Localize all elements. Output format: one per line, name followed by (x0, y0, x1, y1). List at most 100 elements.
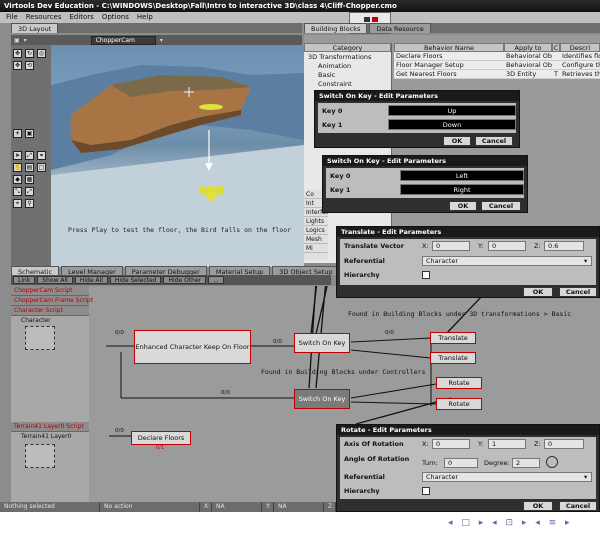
menu-file[interactable]: File (6, 13, 18, 22)
zoom-icon[interactable]: ◎ (37, 49, 46, 58)
y-field[interactable]: 0 (488, 241, 526, 251)
block-declare-floors[interactable]: Declare Floors (131, 431, 191, 445)
tab-schematic[interactable]: Schematic (11, 266, 60, 276)
right-tabs: Building Blocks Data Resource (304, 23, 600, 33)
tab-3d-object-setup[interactable]: 3D Object Setup (272, 266, 340, 276)
z-field[interactable]: 0 (544, 439, 584, 449)
ok-button[interactable]: OK (523, 287, 553, 297)
column-header[interactable]: C (552, 43, 560, 52)
behavior-table: Behavior Name Apply to C Descri Declare … (394, 43, 600, 79)
scale-icon[interactable]: ⤢ (25, 151, 34, 160)
x-field[interactable]: 0 (432, 241, 470, 251)
category-item[interactable]: 3D Transformations (304, 52, 391, 61)
hide-all-button[interactable]: Hide All (74, 276, 108, 284)
camera-select[interactable]: ChopperCam (90, 35, 156, 45)
select-icon[interactable]: ➤ (13, 151, 22, 160)
pan-icon[interactable]: ✥ (13, 61, 22, 70)
show-all-button[interactable]: Show All (37, 276, 73, 284)
angle-dial-icon[interactable] (546, 456, 558, 468)
key1-field[interactable]: Right (400, 184, 524, 195)
tab-material-setup[interactable]: Material Setup (208, 266, 271, 276)
slide-navigation[interactable]: ◂ □ ▸ ◂ ⊡ ▸ ◂ ≡ ▸ (448, 518, 573, 528)
hide-other-button[interactable]: Hide Other (163, 276, 207, 284)
tab-parameter-debugger[interactable]: Parameter Debugger (124, 266, 207, 276)
dialog-switch-on-key-1: Switch On Key - Edit Parameters Key 0 Up… (314, 90, 520, 148)
referential-select[interactable]: Character (422, 472, 592, 482)
grid-tool-icon[interactable]: ▦ (25, 175, 34, 184)
expand-icon[interactable]: ⤡ (13, 187, 22, 196)
dropdown-arrow-icon[interactable]: ▾ (24, 37, 27, 44)
x-field[interactable]: 0 (432, 439, 470, 449)
cancel-button[interactable]: Cancel (559, 287, 597, 297)
camera-tool-icon[interactable]: ▣ (25, 129, 34, 138)
cancel-button[interactable]: Cancel (559, 501, 597, 511)
frame-icon[interactable]: □ (37, 163, 46, 172)
layer-icon[interactable]: ▤ (25, 163, 34, 172)
block-enhanced-keep-on-floor[interactable]: Enhanced Character Keep On Floor (134, 330, 251, 364)
table-row[interactable]: Floor Manager Setup Behavioral Objec Con… (394, 61, 600, 70)
tab-3d-layout[interactable]: 3D Layout (11, 23, 59, 33)
menu-editors[interactable]: Editors (69, 13, 93, 22)
category-item[interactable]: Logics (304, 226, 328, 235)
chevron-down-icon[interactable]: ▾ (584, 257, 587, 265)
cancel-button[interactable]: Cancel (475, 136, 513, 146)
table-row[interactable]: Declare Floors Behavioral Objec Identifi… (394, 52, 600, 61)
orbit-icon[interactable]: ⟲ (25, 61, 34, 70)
tab-data-resource[interactable]: Data Resource (369, 23, 431, 33)
category-item[interactable]: Constraint (304, 79, 391, 88)
block-switch-on-key-1[interactable]: Switch On Key (294, 333, 350, 353)
pin-icon[interactable]: ⚲ (25, 199, 34, 208)
chevron-down-icon[interactable]: ▾ (160, 37, 163, 44)
shrink-icon[interactable]: ⤢ (25, 187, 34, 196)
ok-button[interactable]: OK (449, 201, 477, 211)
block-rotate-2[interactable]: Rotate (436, 398, 482, 410)
block-translate-1[interactable]: Translate (430, 332, 476, 344)
referential-select[interactable]: Character (422, 256, 592, 266)
category-item[interactable]: Mesh (304, 235, 328, 244)
turn-field[interactable]: 0 (444, 458, 478, 468)
key0-field[interactable]: Left (400, 170, 524, 181)
status-x-value: NA (212, 502, 262, 512)
hide-selected-button[interactable]: Hide Selected (109, 276, 162, 284)
hand-icon[interactable]: ✋ (13, 163, 22, 172)
category-item[interactable]: Basic (304, 70, 391, 79)
camera-icon[interactable]: ▣ (14, 37, 20, 44)
z-field[interactable]: 0.6 (544, 241, 584, 251)
chevron-down-icon[interactable]: ▾ (584, 473, 587, 481)
link-button[interactable]: Link (13, 276, 36, 284)
table-row[interactable]: Get Nearest Floors 3D Entity T Retrieves… (394, 70, 600, 79)
hierarchy-checkbox[interactable] (422, 487, 430, 495)
light-icon[interactable]: ☀ (13, 129, 22, 138)
menu-help[interactable]: Help (137, 13, 153, 22)
cancel-button[interactable]: Cancel (481, 201, 521, 211)
block-translate-2[interactable]: Translate (430, 352, 476, 364)
ok-button[interactable]: OK (443, 136, 471, 146)
block-rotate-1[interactable]: Rotate (436, 377, 482, 389)
delay-label: 0/0 (221, 390, 230, 396)
ok-button[interactable]: OK (523, 501, 553, 511)
link-icon[interactable]: ⚭ (37, 151, 46, 160)
move-icon[interactable]: ✥ (13, 49, 22, 58)
key1-field[interactable]: Down (388, 119, 516, 130)
rotate-icon[interactable]: ↻ (25, 49, 34, 58)
block-switch-on-key-2[interactable]: Switch On Key (294, 389, 350, 409)
tab-building-blocks[interactable]: Building Blocks (304, 23, 368, 33)
key0-field[interactable]: Up (388, 105, 516, 116)
virtools-app-window: Virtools Dev Education - C:\WINDOWS\Desk… (0, 0, 600, 512)
degree-field[interactable]: 2 (512, 458, 540, 468)
column-header[interactable]: Apply to (504, 43, 552, 52)
snap-icon[interactable]: ⌖ (13, 199, 22, 208)
category-item[interactable]: Lights (304, 217, 328, 226)
hierarchy-checkbox[interactable] (422, 271, 430, 279)
column-header[interactable]: Descri (560, 43, 600, 52)
object-icon[interactable]: ◆ (13, 175, 22, 184)
menu-options[interactable]: Options (102, 13, 129, 22)
column-header[interactable]: Behavior Name (394, 43, 504, 52)
menu-resources[interactable]: Resources (26, 13, 62, 22)
y-field[interactable]: 1 (488, 439, 526, 449)
dialog-body: Translate Vector X: 0 Y: 0 Z: 0.6 Refere… (340, 239, 596, 285)
category-item[interactable]: Mi (304, 244, 328, 253)
tab-level-manager[interactable]: Level Manager (61, 266, 123, 276)
more-button[interactable]: ... (208, 276, 224, 284)
category-item[interactable]: Animation (304, 61, 391, 70)
